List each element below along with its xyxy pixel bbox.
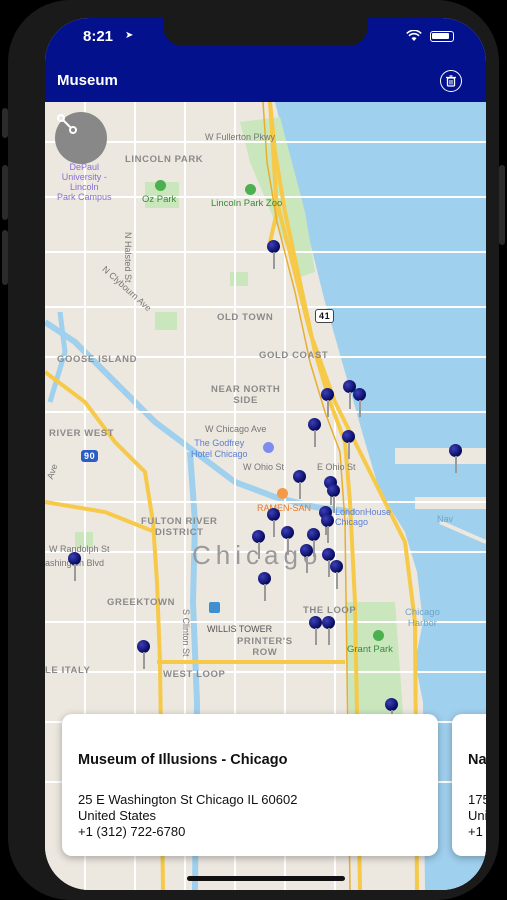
museum-card-title: Museum of Illusions - Chicago bbox=[78, 752, 288, 768]
address-line-2: Uni bbox=[468, 808, 486, 823]
map-label-greektown: GREEKTOWN bbox=[107, 597, 176, 608]
museum-pin[interactable] bbox=[342, 430, 356, 460]
map-label-depaul: DePaul University - Lincoln Park Campus bbox=[57, 162, 112, 202]
museum-pin[interactable] bbox=[449, 444, 463, 474]
address-line-1: 175 bbox=[468, 792, 486, 807]
museum-pin[interactable] bbox=[68, 552, 82, 582]
museum-pin[interactable] bbox=[321, 514, 335, 544]
museum-card-address: 25 E Washington St Chicago IL 60602 Unit… bbox=[78, 792, 297, 840]
battery-icon bbox=[430, 30, 454, 42]
zoo-icon bbox=[245, 184, 256, 195]
volume-up-button bbox=[2, 165, 8, 220]
map-label-ohio-w: W Ohio St bbox=[243, 462, 285, 472]
status-time: 8:21 bbox=[83, 28, 114, 45]
map-label-gold-coast: GOLD COAST bbox=[259, 350, 329, 361]
restaurant-icon bbox=[277, 488, 288, 499]
address-line-1: 25 E Washington St Chicago IL 60602 bbox=[78, 792, 298, 807]
map-label-little-italy: LE ITALY bbox=[45, 665, 91, 676]
page-title: Museum bbox=[57, 72, 118, 89]
museum-pin[interactable] bbox=[281, 526, 295, 556]
museum-pin[interactable] bbox=[309, 616, 323, 646]
map-label-lincoln-zoo: Lincoln Park Zoo bbox=[211, 198, 283, 209]
museum-card[interactable]: Museum of Illusions - Chicago 25 E Washi… bbox=[62, 714, 438, 856]
phone-frame: W Fullerton Pkwy LINCOLN PARK DePaul Uni… bbox=[2, 0, 505, 900]
museum-pin[interactable] bbox=[252, 530, 266, 560]
transit-icon bbox=[209, 602, 220, 613]
wifi-icon bbox=[406, 30, 422, 41]
map-label-loop: THE LOOP bbox=[303, 605, 357, 616]
map-label-willis: WILLIS TOWER bbox=[207, 624, 273, 634]
museum-card-address: 175 Uni +1 bbox=[468, 792, 486, 840]
museum-pin[interactable] bbox=[308, 418, 322, 448]
status-icons bbox=[406, 30, 454, 42]
museum-pin[interactable] bbox=[258, 572, 272, 602]
map-label-lincoln-park: LINCOLN PARK bbox=[125, 154, 204, 165]
screen: W Fullerton Pkwy LINCOLN PARK DePaul Uni… bbox=[45, 18, 486, 890]
museum-card-title: Na bbox=[468, 752, 486, 768]
map-label-near-north: NEAR NORTH SIDE bbox=[211, 384, 281, 406]
map-label-river-west: RIVER WEST bbox=[49, 428, 115, 439]
phone-number: +1 (312) 722-6780 bbox=[78, 824, 186, 839]
location-arrow-icon: ➤ bbox=[125, 30, 134, 41]
museum-pin[interactable] bbox=[353, 388, 367, 418]
park-icon bbox=[155, 180, 166, 191]
interstate-90-shield: 90 bbox=[81, 450, 99, 462]
notch bbox=[163, 18, 368, 46]
route-button[interactable] bbox=[55, 112, 107, 164]
trash-button[interactable] bbox=[440, 70, 462, 92]
map-label-fulton: FULTON RIVER DISTRICT bbox=[141, 516, 218, 538]
hotel-icon bbox=[263, 442, 274, 453]
route-icon bbox=[57, 114, 77, 134]
map-label-london: LondonHouse Chicago bbox=[335, 507, 392, 527]
museum-pin[interactable] bbox=[267, 240, 281, 270]
silent-switch bbox=[2, 108, 8, 138]
map-label-chicago-ave: W Chicago Ave bbox=[205, 424, 267, 434]
museum-pin[interactable] bbox=[137, 640, 151, 670]
navigation-bar: 8:21 ➤ Museum bbox=[45, 18, 486, 102]
museum-pin[interactable] bbox=[330, 560, 344, 590]
map-label-goose-island: GOOSE ISLAND bbox=[57, 354, 138, 365]
volume-down-button bbox=[2, 230, 8, 285]
map-label-clinton: S Clinton St bbox=[181, 609, 191, 657]
museum-pin[interactable] bbox=[267, 508, 281, 538]
map-label-grant-park: Grant Park bbox=[347, 644, 393, 655]
home-indicator[interactable] bbox=[187, 876, 345, 881]
map-label-navy-pier: Nav bbox=[437, 514, 454, 524]
map-label-old-town: OLD TOWN bbox=[217, 312, 274, 323]
address-line-2: United States bbox=[78, 808, 157, 823]
phone-number: +1 bbox=[468, 824, 483, 839]
park-icon bbox=[373, 630, 384, 641]
museum-pin[interactable] bbox=[322, 616, 336, 646]
museum-card-next[interactable]: Na 175 Uni +1 bbox=[452, 714, 486, 856]
museum-pin[interactable] bbox=[321, 388, 335, 418]
highway-41-shield: 41 bbox=[315, 309, 335, 323]
museum-pin[interactable] bbox=[293, 470, 307, 500]
map-label-oz-park: Oz Park bbox=[142, 194, 177, 205]
map-label-chicago-harbor: Chicago Harbor bbox=[405, 607, 440, 629]
map-label-fullerton: W Fullerton Pkwy bbox=[205, 132, 276, 142]
map-view[interactable]: W Fullerton Pkwy LINCOLN PARK DePaul Uni… bbox=[45, 102, 486, 890]
map-label-ramen: RAMEN-SAN bbox=[257, 503, 312, 513]
trash-icon bbox=[446, 75, 456, 87]
map-label-ohio-e: E Ohio St bbox=[317, 462, 356, 472]
map-label-west-loop: WEST LOOP bbox=[163, 669, 226, 680]
map-label-printers-row: PRINTER'S ROW bbox=[237, 636, 293, 658]
power-button bbox=[499, 165, 505, 245]
museum-pin[interactable] bbox=[300, 544, 314, 574]
map-label-halsted: N Halsted St bbox=[123, 232, 133, 283]
map-label-godfrey: The Godfrey Hotel Chicago bbox=[191, 438, 248, 459]
